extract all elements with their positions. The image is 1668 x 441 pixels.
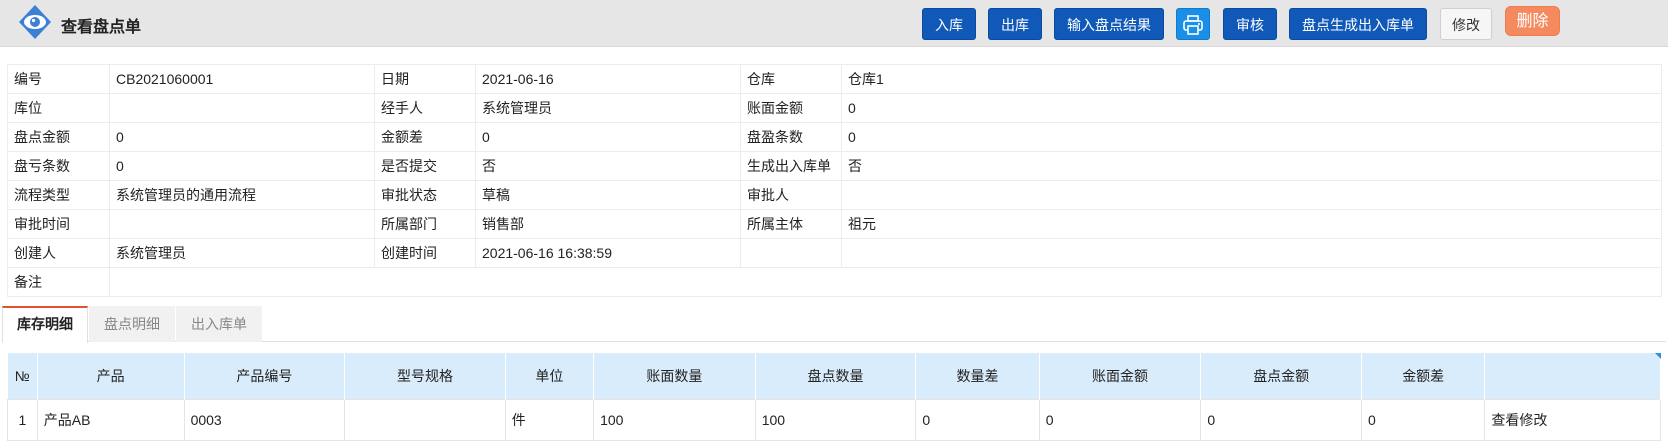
grid-column-header[interactable] (1484, 353, 1661, 399)
grid-column-header[interactable]: 盘点数量 (755, 353, 917, 399)
edit-button[interactable]: 修改 (1440, 8, 1492, 40)
info-value (109, 209, 375, 239)
info-row: 审批时间 所属部门 销售部 所属主体 祖元 (7, 209, 1662, 239)
page-header: 查看盘点单 入库 出库 输入盘点结果 审核 盘点生成出入库单 修改 删除 (0, 0, 1668, 47)
info-value: 0 (109, 151, 375, 181)
remark-value (109, 267, 1662, 297)
grid-column-header[interactable]: 型号规格 (344, 353, 506, 399)
grid-column-header[interactable]: 账面金额 (1039, 353, 1202, 399)
info-label (740, 238, 842, 268)
info-label: 所属主体 (740, 209, 842, 239)
audit-button[interactable]: 审核 (1223, 8, 1277, 40)
eye-logo-icon (19, 5, 51, 39)
info-label: 所属部门 (374, 209, 476, 239)
detail-tabs: 库存明细 盘点明细 出入库单 (2, 306, 1666, 343)
grid-column-header[interactable]: № (7, 353, 38, 399)
grid-cell: 100 (593, 398, 756, 441)
info-label: 盘点金额 (7, 122, 110, 152)
grid-column-header[interactable]: 单位 (505, 353, 595, 399)
tab-stock-orders[interactable]: 出入库单 (176, 306, 262, 342)
remark-row: 备注 (7, 267, 1662, 297)
info-row: 库位 经手人 系统管理员 账面金额 0 (7, 93, 1662, 123)
info-value: 系统管理员 (475, 93, 741, 123)
grid-cell: 0 (1038, 398, 1202, 441)
info-value: 否 (841, 151, 1662, 181)
view-edit-link[interactable]: 查看修改 (1484, 398, 1661, 441)
info-value: 草稿 (475, 180, 741, 210)
grid-cell: 件 (504, 398, 595, 441)
tab-stock-detail[interactable]: 库存明细 (2, 306, 88, 343)
info-label: 盘盈条数 (740, 122, 842, 152)
remark-label: 备注 (7, 267, 110, 297)
info-label: 日期 (374, 64, 476, 94)
info-value: 0 (475, 122, 741, 152)
grid-column-header[interactable]: 数量差 (915, 353, 1040, 399)
info-value: 系统管理员 (109, 238, 375, 268)
info-row: 盘亏条数 0 是否提交否生成出入库单否 (7, 151, 1662, 181)
info-value: 0 (109, 122, 375, 152)
info-value (841, 180, 1662, 210)
out-stock-button[interactable]: 出库 (988, 8, 1042, 40)
info-label: 是否提交 (374, 151, 476, 181)
info-label: 账面金额 (740, 93, 842, 123)
info-label: 编号 (7, 64, 110, 94)
info-value: 销售部 (475, 209, 741, 239)
generate-stock-orders-button[interactable]: 盘点生成出入库单 (1289, 8, 1427, 40)
grid-column-header[interactable]: 账面数量 (593, 353, 756, 399)
order-info-table: 编号 CB2021060001 日期 2021-06-16 仓库 仓库1 库位 经手人 系统管理… (7, 64, 1662, 297)
info-label: 创建人 (7, 238, 110, 268)
grid-column-header[interactable]: 产品 (37, 353, 185, 399)
info-label: 金额差 (374, 122, 476, 152)
print-button[interactable] (1176, 8, 1210, 40)
info-value: 2021-06-16 (475, 64, 741, 94)
grid-cell: 0003 (183, 398, 346, 441)
info-row: 盘点金额 0 金额差 0 盘盈条数 0 (7, 122, 1662, 152)
info-label: 仓库 (740, 64, 842, 94)
info-label: 盘亏条数 (7, 151, 110, 181)
grid-cell: 0 (915, 398, 1040, 441)
info-value (841, 238, 1662, 268)
in-stock-button[interactable]: 入库 (922, 8, 976, 40)
info-label: 创建时间 (374, 238, 476, 268)
grid-cell: 0 (1200, 398, 1362, 441)
input-result-button[interactable]: 输入盘点结果 (1054, 8, 1164, 40)
info-value: 仓库1 (841, 64, 1662, 94)
info-value: 0 (841, 122, 1662, 152)
info-row: 流程类型 系统管理员的通用流程 审批状态 草稿 审批人 (7, 180, 1662, 210)
info-value: 2021-06-16 16:38:59 (475, 238, 741, 268)
info-value: 系统管理员的通用流程 (109, 180, 375, 210)
grid-cell (344, 398, 506, 441)
delete-button[interactable]: 删除 (1505, 6, 1560, 36)
info-value: 0 (841, 93, 1662, 123)
grid-cell: 100 (754, 398, 917, 441)
info-value: CB2021060001 (109, 64, 375, 94)
tab-count-detail[interactable]: 盘点明细 (89, 306, 175, 342)
info-label: 库位 (7, 93, 110, 123)
grid-cell: 0 (1360, 398, 1486, 441)
table-row: 1 产品AB 0003 件 100 100 0 0 0 0 查看修改 (7, 398, 1661, 441)
info-value: 否 (475, 151, 741, 181)
info-label: 审批状态 (374, 180, 476, 210)
grid-cell: 产品AB (36, 398, 185, 441)
info-label: 审批人 (740, 180, 842, 210)
info-label: 经手人 (374, 93, 476, 123)
info-value (109, 93, 375, 123)
info-row: 创建人 系统管理员 创建时间 2021-06-16 16:38:59 (7, 238, 1662, 268)
info-value: 祖元 (841, 209, 1662, 239)
grid-column-header[interactable]: 金额差 (1361, 353, 1486, 399)
stock-detail-grid: № 产品 产品编号 型号规格 单位 账面数量 盘点数量 数量差 账面金额 盘点金额 金额差 1 产品A… (7, 353, 1661, 441)
grid-corner-marker (1655, 353, 1661, 359)
page-title: 查看盘点单 (61, 19, 142, 36)
info-label: 生成出入库单 (740, 151, 842, 181)
info-label: 流程类型 (7, 180, 110, 210)
info-label: 审批时间 (7, 209, 110, 239)
grid-column-header[interactable]: 盘点金额 (1200, 353, 1362, 399)
grid-column-header[interactable]: 产品编号 (184, 353, 346, 399)
info-row: 编号 CB2021060001 日期 2021-06-16 仓库 仓库1 (7, 64, 1662, 94)
grid-cell: 1 (7, 398, 38, 441)
printer-icon (1183, 15, 1203, 35)
